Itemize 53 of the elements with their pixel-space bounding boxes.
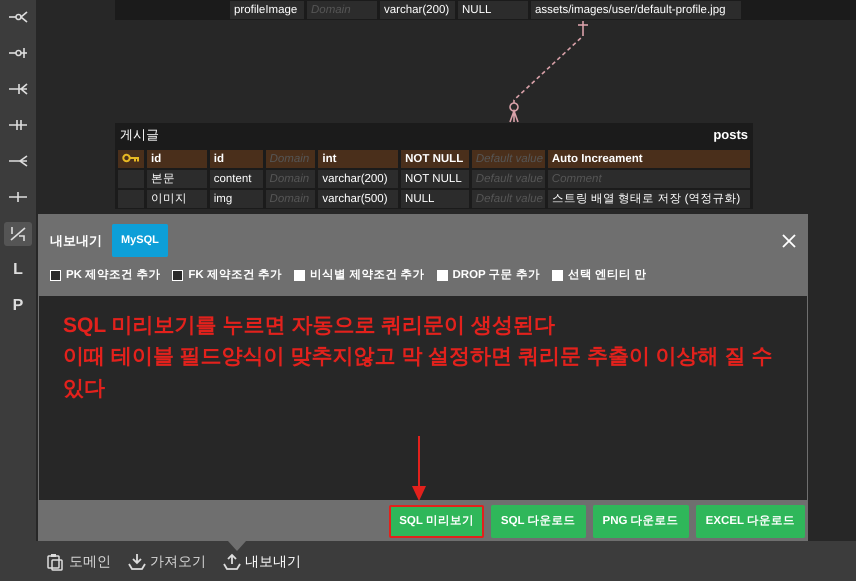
dialect-tab[interactable]: MySQL [112, 224, 168, 256]
table-cell: assets/images/user/default-profile.jpg [531, 1, 741, 19]
table-cell: NOT NULL [401, 170, 469, 188]
table-cell: Auto Increament [548, 150, 750, 168]
annotation-text: 이때 테이블 필드양식이 맞추지않고 막 설정하면 쿼리문 추출이 이상해 질 수 있다 [63, 344, 774, 402]
checkbox-label[interactable]: PK 제약조건 추가 [66, 266, 160, 284]
table-cell: img [210, 190, 263, 208]
upload-icon[interactable] [222, 552, 242, 570]
bottom-tab[interactable]: 내보내기 [222, 550, 301, 572]
checkbox-label[interactable]: FK 제약조건 추가 [188, 266, 282, 284]
arrow [412, 436, 426, 501]
checkbox[interactable] [436, 270, 448, 281]
checkbox-label[interactable]: DROP 구문 추가 [452, 266, 540, 284]
slash-icon[interactable] [8, 226, 28, 242]
table-cell: varchar(200) [318, 170, 398, 188]
checkbox-label[interactable]: 선택 엔티티 만 [568, 266, 646, 284]
table-name: posts [713, 126, 748, 144]
checkbox[interactable] [294, 270, 306, 281]
table-cell: content [210, 170, 263, 188]
checkbox[interactable] [552, 270, 563, 281]
table-cell: id [210, 150, 263, 168]
bottom-tab[interactable]: 가져오기 [127, 550, 206, 572]
table-cell: int [318, 150, 398, 168]
checkbox[interactable] [172, 270, 184, 281]
table-cell: id [147, 150, 207, 168]
action-button[interactable]: PNG 다운로드 [592, 504, 689, 538]
table-cell: NULL [401, 190, 469, 208]
annotation-text: SQL 미리보기를 누르면 자동으로 쿼리문이 생성된다 [63, 312, 556, 339]
close-icon[interactable] [782, 234, 796, 248]
dialog-title: 내보내기 [50, 232, 102, 250]
checkbox[interactable] [50, 270, 61, 281]
table-cell: 스트링 배열 형태로 저장 (역정규화) [548, 190, 750, 208]
table-cell: 본문 [146, 170, 207, 188]
action-button[interactable]: SQL 미리보기 [389, 504, 484, 538]
table-title: 게시글 [120, 126, 159, 144]
download-icon[interactable] [127, 552, 147, 570]
table-cell: Domain [266, 150, 316, 168]
key-icon [122, 153, 140, 164]
action-button[interactable]: SQL 다운로드 [490, 504, 586, 538]
tool-button[interactable]: P [4, 294, 32, 318]
table-cell: varchar(200) [380, 1, 455, 19]
table-cell: varchar(500) [318, 190, 398, 208]
clipboard-icon[interactable] [46, 552, 66, 570]
table-cell: profileImage [230, 1, 304, 19]
tool-button[interactable]: L [4, 258, 32, 282]
table-cell: 이미지 [146, 190, 207, 208]
bottom-tab[interactable]: 도메인 [46, 550, 111, 572]
table-cell: NULL [458, 1, 528, 19]
checkbox-label[interactable]: 비식별 제약조건 추가 [310, 266, 424, 284]
action-button[interactable]: EXCEL 다운로드 [696, 504, 805, 538]
table-cell: NOT NULL [401, 150, 469, 168]
tool-button[interactable] [4, 222, 32, 246]
table-cell: Default value [472, 150, 545, 168]
